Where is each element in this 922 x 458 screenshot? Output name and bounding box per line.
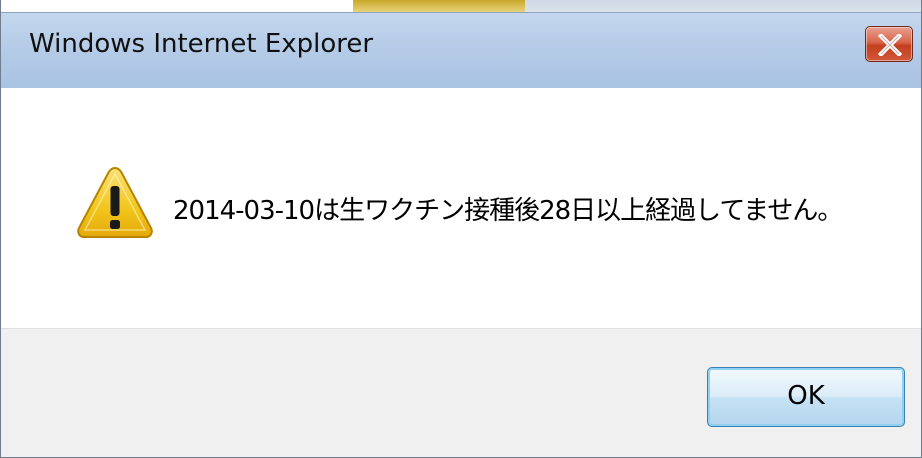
window-title: Windows Internet Explorer <box>29 29 374 59</box>
ok-button[interactable]: OK <box>707 367 905 427</box>
background-toolbar <box>525 0 921 12</box>
background-tab <box>353 0 525 12</box>
alert-dialog: Windows Internet Explorer 2014-03-10は生ワク… <box>0 0 922 458</box>
close-button[interactable] <box>865 26 913 62</box>
dialog-footer: OK <box>1 328 921 457</box>
alert-message: 2014-03-10は生ワクチン接種後28日以上経過してません。 <box>173 196 843 226</box>
warning-icon <box>77 166 153 238</box>
background-window-edge <box>1 0 921 12</box>
title-bar[interactable]: Windows Internet Explorer <box>1 12 921 88</box>
close-x-icon <box>878 34 902 56</box>
dialog-content: 2014-03-10は生ワクチン接種後28日以上経過してません。 <box>1 88 921 328</box>
